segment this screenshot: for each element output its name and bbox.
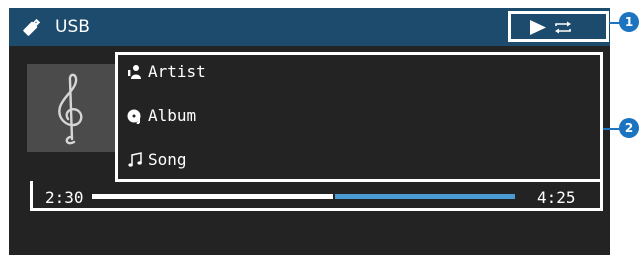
- total-time: 4:25: [537, 188, 576, 207]
- source-title: USB: [55, 17, 90, 37]
- callout-2-connector: [603, 128, 620, 130]
- artist-icon: [128, 65, 141, 79]
- callout-2-marker: 2: [619, 118, 639, 138]
- usb-stick-icon: [23, 18, 41, 36]
- song-title: Song: [148, 150, 187, 169]
- album-name: Album: [148, 106, 197, 125]
- play-icon: [530, 20, 546, 35]
- album-icon: [127, 109, 141, 124]
- callout-1-marker: 1: [619, 12, 639, 32]
- playback-status: [508, 11, 609, 42]
- artist-name: Artist: [148, 62, 206, 81]
- progress-played: [92, 194, 333, 199]
- progress-remaining: [335, 194, 515, 199]
- elapsed-time: 2:30: [45, 188, 84, 207]
- album-art: [27, 64, 115, 152]
- music-note-icon: [128, 152, 142, 167]
- treble-clef-icon: [58, 73, 83, 145]
- title-bar: USB: [9, 8, 610, 46]
- repeat-icon: [555, 21, 571, 34]
